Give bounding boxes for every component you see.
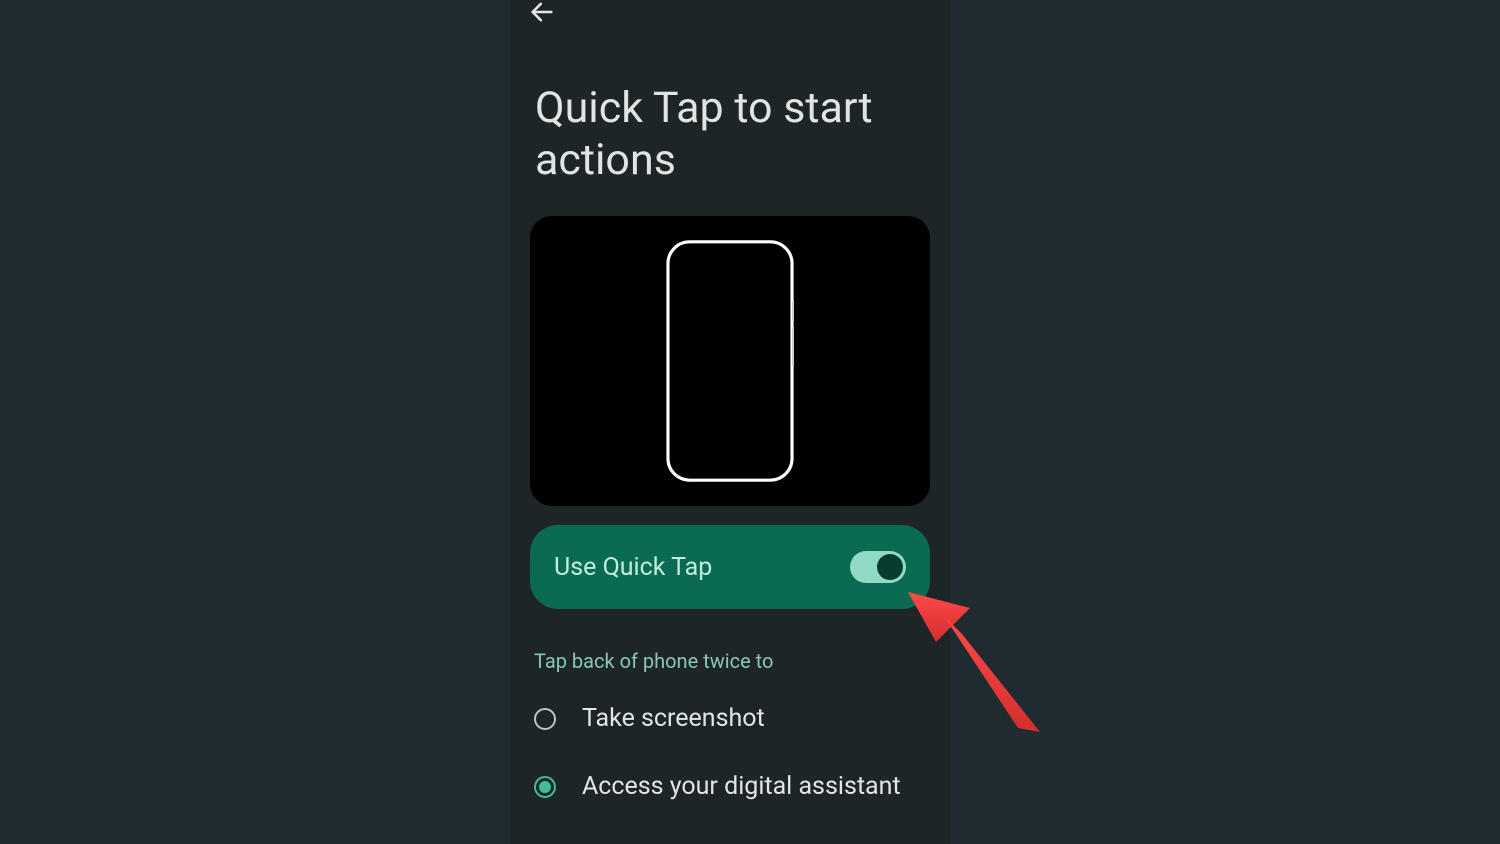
phone-settings-panel: Quick Tap to start actions Use Quick Tap…: [510, 0, 950, 844]
back-button[interactable]: [522, 0, 562, 32]
use-quick-tap-switch[interactable]: [850, 551, 906, 583]
phone-outline-illustration: [666, 239, 794, 483]
option-access-digital-assistant[interactable]: Access your digital assistant: [534, 772, 901, 801]
use-quick-tap-row[interactable]: Use Quick Tap: [530, 525, 930, 609]
arrow-left-icon: [528, 0, 556, 26]
option-label: Take screenshot: [582, 704, 765, 733]
page-title: Quick Tap to start actions: [535, 82, 925, 187]
illustration-card: [530, 216, 930, 506]
switch-thumb: [877, 554, 903, 580]
option-take-screenshot[interactable]: Take screenshot: [534, 704, 765, 733]
radio-icon: [534, 708, 556, 730]
radio-selected-icon: [534, 776, 556, 798]
section-heading: Tap back of phone twice to: [534, 649, 773, 673]
use-quick-tap-label: Use Quick Tap: [554, 553, 712, 582]
option-label: Access your digital assistant: [582, 772, 901, 801]
